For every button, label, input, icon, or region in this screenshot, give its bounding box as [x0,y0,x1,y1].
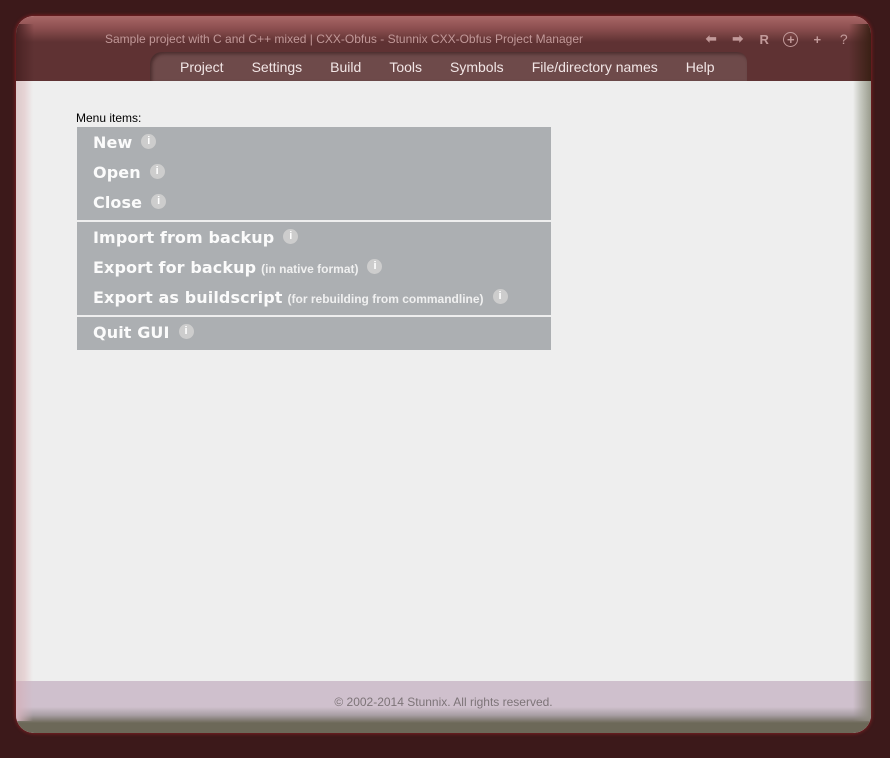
arrow-left-icon: ⬅ [705,31,717,46]
reload-icon: R [759,31,769,47]
plus-icon: + [813,31,822,47]
menu-item-label: New [93,133,133,152]
nav-tools[interactable]: Tools [375,59,436,75]
nav-build[interactable]: Build [316,59,375,75]
help-icon: ? [839,31,848,47]
menu-item-hint: (in native format) [261,262,359,276]
main-nav: Project Settings Build Tools Symbols Fil… [150,52,747,81]
menu-item-export-as-buildscript[interactable]: Export as buildscript (for rebuilding fr… [77,283,551,313]
forward-button[interactable]: ➡ [725,30,752,48]
nav-file-directory-names[interactable]: File/directory names [518,59,672,75]
info-icon[interactable]: i [178,323,194,339]
menu-item-close[interactable]: Close i [77,188,551,218]
menu-group-file: New i Open i Close i [77,127,551,220]
circled-plus-icon: + [783,31,799,47]
nav-settings[interactable]: Settings [238,59,317,75]
info-icon[interactable]: i [283,228,299,244]
menu-item-import-from-backup[interactable]: Import from backup i [77,223,551,253]
menu-group-backup: Import from backup i Export for backup (… [77,222,551,315]
menu-item-label: Close [93,193,143,212]
app-window: Sample project with C and C++ mixed | CX… [16,16,871,733]
toolbar: ⬅ ➡ R + + ? [698,30,857,48]
menu-item-label: Export for backup [93,258,257,277]
info-icon[interactable]: i [492,288,508,304]
info-icon[interactable]: i [367,258,383,274]
nav-help[interactable]: Help [672,59,729,75]
menu-item-open[interactable]: Open i [77,158,551,188]
menu-item-new[interactable]: New i [77,128,551,158]
footer: © 2002-2014 Stunnix. All rights reserved… [16,681,871,733]
info-icon[interactable]: i [151,193,167,209]
menu-item-hint: (for rebuilding from commandline) [287,292,484,306]
nav-project[interactable]: Project [166,59,238,75]
zoom-in-button[interactable]: + [804,30,831,48]
menu-item-label: Quit GUI [93,323,170,342]
header: Sample project with C and C++ mixed | CX… [16,16,871,81]
copyright-text: © 2002-2014 Stunnix. All rights reserved… [334,695,553,709]
menu-item-label: Open [93,163,141,182]
reload-button[interactable]: R [751,30,778,48]
new-window-button[interactable]: + [778,30,805,48]
main-content: Menu items: New i Open i Close i Import … [16,81,871,681]
menu-item-label: Export as buildscript [93,288,283,307]
window-title: Sample project with C and C++ mixed | CX… [105,32,583,46]
menu-group-quit: Quit GUI i [77,317,551,350]
project-menu: New i Open i Close i Import from backup … [77,127,551,352]
menu-items-label: Menu items: [76,111,142,125]
back-button[interactable]: ⬅ [698,30,725,48]
info-icon[interactable]: i [149,163,165,179]
menu-item-quit-gui[interactable]: Quit GUI i [77,318,551,348]
help-button[interactable]: ? [831,30,858,48]
nav-symbols[interactable]: Symbols [436,59,518,75]
info-icon[interactable]: i [141,133,157,149]
arrow-right-icon: ➡ [732,31,744,46]
menu-item-export-for-backup[interactable]: Export for backup (in native format) i [77,253,551,283]
menu-item-label: Import from backup [93,228,275,247]
